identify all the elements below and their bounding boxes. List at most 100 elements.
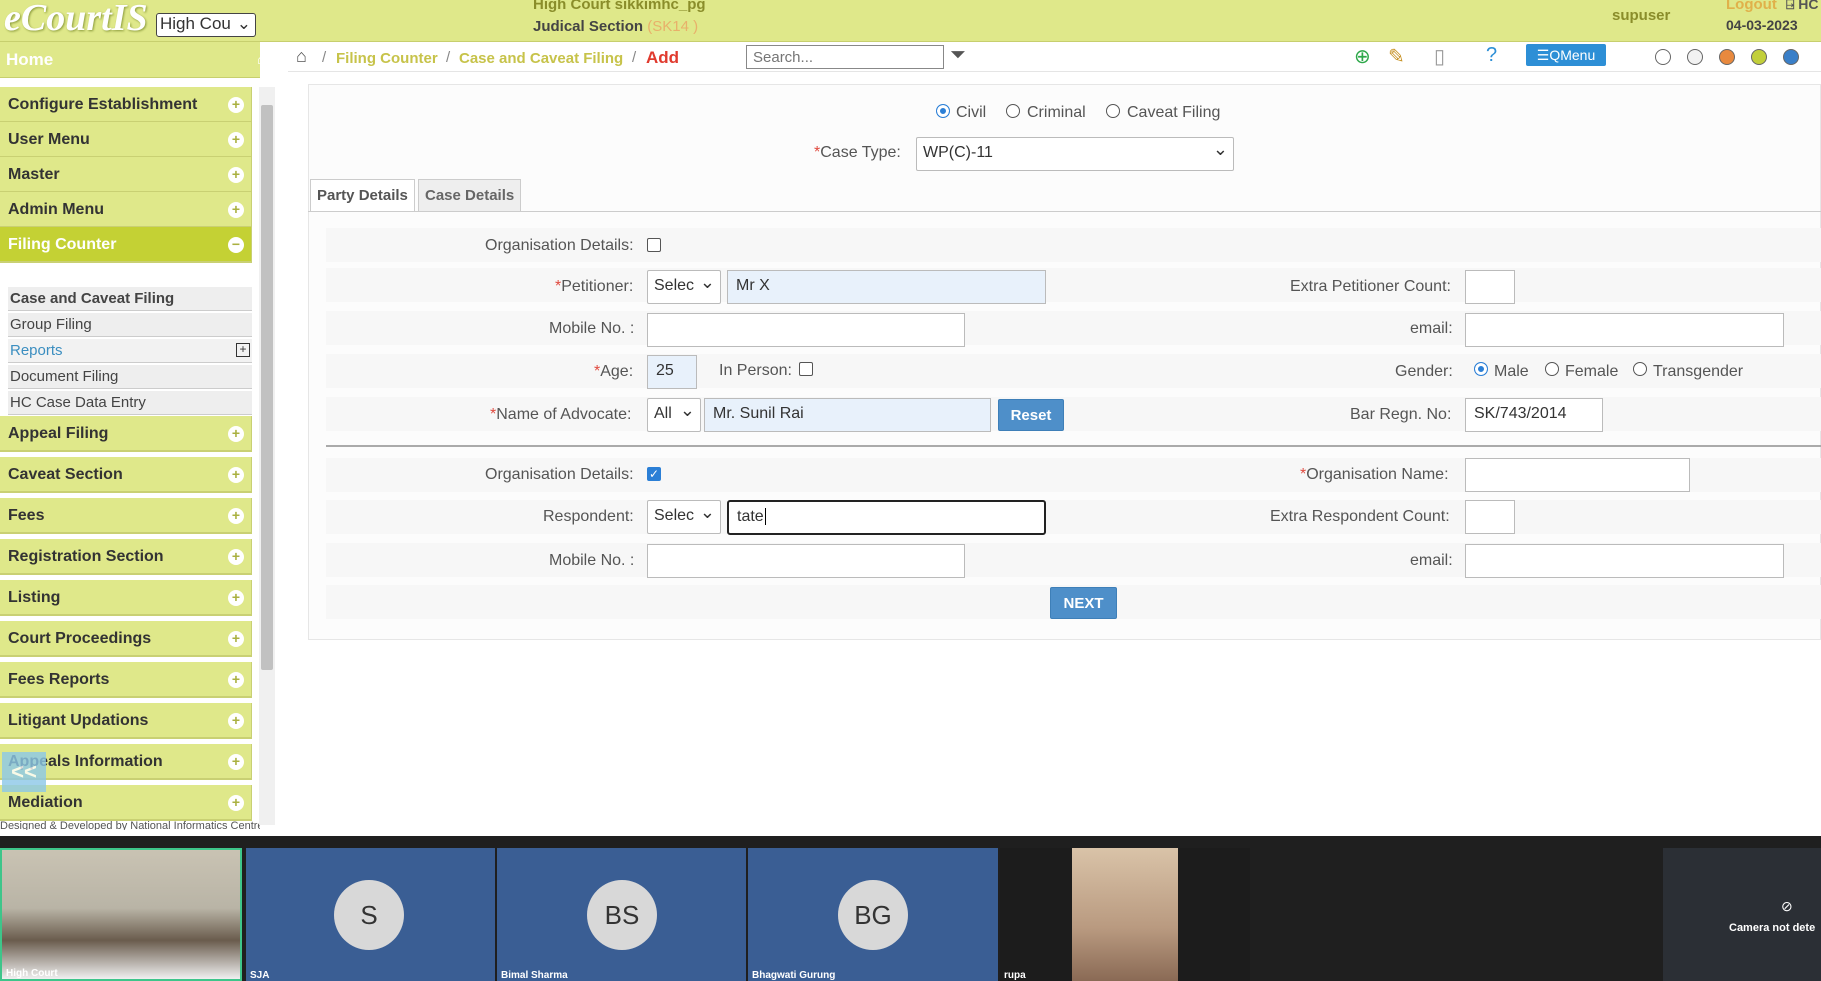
theme-orange-icon[interactable]: [1719, 49, 1735, 65]
collapse-sidebar-button[interactable]: <<: [2, 752, 46, 792]
hc-label: ⍈ HC: [1786, 0, 1819, 13]
sidebar-item-caveat-section[interactable]: Caveat Section +: [0, 457, 252, 493]
sidebar-item-fees-reports[interactable]: Fees Reports +: [0, 662, 252, 698]
sidebar-item-court-proceedings[interactable]: Court Proceedings +: [0, 621, 252, 657]
sidebar-sub-reports[interactable]: Reports +: [8, 339, 252, 363]
top-header: eCourtIS High Cou ⌄ High Court sikkimhc_p…: [0, 0, 1821, 42]
petitioner-name-input[interactable]: Mr X: [727, 270, 1046, 304]
menu-label: Litigant Updations: [8, 712, 149, 729]
breadcrumb-filing-counter[interactable]: Filing Counter: [336, 50, 438, 67]
qmenu-button[interactable]: ☰QMenu: [1526, 44, 1606, 66]
plus-icon: +: [228, 631, 244, 647]
breadcrumb-add: Add: [646, 48, 680, 67]
org-details-checkbox[interactable]: [647, 238, 661, 252]
radio-caveat-filing[interactable]: [1106, 104, 1120, 118]
sidebar-item-fees[interactable]: Fees +: [0, 498, 252, 534]
menu-label: User Menu: [8, 131, 90, 148]
sidebar-sub-case-caveat-filing[interactable]: Case and Caveat Filing: [8, 287, 252, 311]
plus-icon: +: [228, 132, 244, 148]
form-row: [326, 268, 1821, 302]
theme-white-icon[interactable]: [1655, 49, 1671, 65]
sidebar-item-master[interactable]: Master +: [0, 157, 252, 193]
gender-label: Gender:: [1395, 363, 1453, 380]
sidebar-item-registration-section[interactable]: Registration Section +: [0, 539, 252, 575]
age-label: *Age:: [594, 363, 634, 380]
respondent-org-details-checkbox[interactable]: ✓: [647, 467, 661, 481]
petitioner-email-input[interactable]: [1465, 313, 1784, 347]
reset-button[interactable]: Reset: [998, 399, 1064, 431]
petitioner-title-select[interactable]: Selec: [647, 270, 721, 304]
establishment-select[interactable]: High Cou ⌄: [156, 13, 256, 37]
section-divider: [326, 445, 1821, 447]
sidebar-sub-group-filing[interactable]: Group Filing: [8, 313, 252, 337]
radio-criminal[interactable]: [1006, 104, 1020, 118]
respondent-mobile-input[interactable]: [647, 544, 965, 578]
case-type-value: WP(C)-11: [923, 144, 993, 161]
search-input[interactable]: [746, 45, 944, 69]
participant-name: SJA: [250, 970, 270, 981]
sidebar-item-admin-menu[interactable]: Admin Menu +: [0, 192, 252, 228]
next-button[interactable]: NEXT: [1050, 587, 1117, 619]
participant-tile-rupa[interactable]: rupa: [1000, 848, 1250, 981]
reports-label: Reports: [10, 342, 63, 359]
in-person-checkbox[interactable]: [799, 362, 813, 376]
sidebar-item-litigant-updations[interactable]: Litigant Updations +: [0, 703, 252, 739]
sidebar-item-filing-counter[interactable]: Filing Counter −: [0, 227, 252, 263]
sidebar-scrollbar[interactable]: [259, 87, 275, 825]
petitioner-title-value: Selec: [654, 277, 695, 294]
sidebar-item-appeal-filing[interactable]: Appeal Filing +: [0, 416, 252, 452]
current-date: 04-03-2023: [1726, 17, 1798, 33]
scrollbar-thumb[interactable]: [261, 105, 273, 670]
breadcrumb-case-caveat-filing[interactable]: Case and Caveat Filing: [459, 50, 623, 67]
radio-female-label: Female: [1565, 363, 1619, 380]
radio-transgender[interactable]: [1633, 362, 1647, 376]
edit-icon[interactable]: ✎: [1388, 44, 1405, 69]
add-icon[interactable]: ⊕: [1354, 44, 1371, 69]
help-icon[interactable]: ?: [1486, 44, 1497, 67]
radio-male[interactable]: [1474, 362, 1488, 376]
sidebar-item-listing[interactable]: Listing +: [0, 580, 252, 616]
advocate-name-input[interactable]: Mr. Sunil Rai: [704, 398, 991, 432]
petitioner-mobile-input[interactable]: [647, 313, 965, 347]
advocate-filter-value: All: [654, 405, 672, 422]
bar-regn-input[interactable]: SK/743/2014: [1465, 398, 1603, 432]
document-icon[interactable]: ▯: [1434, 44, 1445, 69]
home-icon[interactable]: ⌂: [296, 46, 307, 67]
respondent-org-details-label: Organisation Details:: [485, 466, 634, 483]
bar-regn-label: Bar Regn. No:: [1350, 406, 1452, 423]
petitioner-label-text: Petitioner:: [561, 278, 634, 295]
participant-tile-bhagwati-gurung[interactable]: BG Bhagwati Gurung: [748, 848, 998, 981]
respondent-title-select[interactable]: Selec: [647, 500, 721, 534]
sidebar-item-user-menu[interactable]: User Menu +: [0, 122, 252, 158]
respondent-email-input[interactable]: [1465, 544, 1784, 578]
radio-female[interactable]: [1545, 362, 1559, 376]
org-name-input[interactable]: [1465, 458, 1690, 492]
filter-icon[interactable]: ⏷: [950, 44, 966, 67]
self-view-tile[interactable]: ⊘: [1663, 848, 1821, 981]
tab-case-details[interactable]: Case Details: [418, 179, 522, 211]
sidebar-item-configure-establishment[interactable]: Configure Establishment +: [0, 87, 252, 123]
advocate-filter-select[interactable]: All: [647, 398, 701, 432]
logout-link[interactable]: Logout: [1726, 0, 1777, 13]
sidebar-sub-hc-case-data-entry[interactable]: HC Case Data Entry: [8, 391, 252, 415]
participant-tile-high-court[interactable]: High Court: [0, 848, 242, 981]
participant-tile-sja[interactable]: S SJA: [246, 848, 495, 981]
respondent-name-input[interactable]: tate: [727, 500, 1046, 535]
extra-petitioner-input[interactable]: [1465, 270, 1515, 304]
sidebar-home[interactable]: Home ⌂: [0, 42, 260, 78]
radio-caveat-label: Caveat Filing: [1127, 104, 1221, 121]
plus-icon: +: [228, 97, 244, 113]
tab-party-details[interactable]: Party Details: [310, 179, 415, 211]
radio-civil[interactable]: [936, 104, 950, 118]
plus-icon: +: [228, 426, 244, 442]
theme-grey-icon[interactable]: [1687, 49, 1703, 65]
participant-name: rupa: [1004, 970, 1026, 981]
extra-respondent-input[interactable]: [1465, 500, 1515, 534]
sidebar-sub-document-filing[interactable]: Document Filing: [8, 365, 252, 389]
age-input[interactable]: 25: [647, 355, 697, 389]
username: supuser: [1612, 7, 1671, 24]
theme-green-icon[interactable]: [1751, 49, 1767, 65]
participant-tile-bimal-sharma[interactable]: BS Bimal Sharma: [497, 848, 746, 981]
theme-blue-icon[interactable]: [1783, 49, 1799, 65]
case-type-select[interactable]: WP(C)-11: [916, 137, 1234, 171]
